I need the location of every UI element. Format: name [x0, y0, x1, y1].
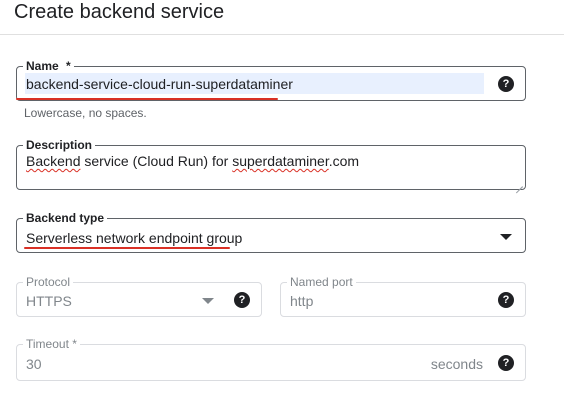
protocol-select: HTTPS	[26, 293, 72, 309]
protocol-label: Protocol	[23, 274, 74, 290]
named-port-label: Named port	[287, 274, 356, 290]
name-label: Name *	[23, 58, 74, 74]
description-text-middle: service (Cloud Run) for	[80, 153, 233, 169]
description-text-suffix: .com	[328, 153, 360, 169]
description-word-backend: Backend	[26, 153, 81, 169]
timeout-label: Timeout *	[23, 336, 80, 352]
named-port-input: http	[290, 293, 314, 309]
description-textarea[interactable]: Backend service (Cloud Run) for superdat…	[26, 152, 359, 170]
description-label: Description	[23, 137, 96, 153]
name-input[interactable]: backend-service-cloud-run-superdataminer	[26, 75, 293, 93]
help-circle-icon[interactable]: ?	[498, 292, 514, 308]
description-word-domain: superdataminer	[232, 153, 329, 169]
backend-type-label: Backend type	[23, 210, 108, 226]
name-hint: Lowercase, no spaces.	[24, 106, 147, 120]
backend-type-select[interactable]: Serverless network endpoint group	[26, 229, 242, 247]
arrow-drop-down-icon	[202, 298, 214, 304]
protocol-field: Protocol HTTPS ?	[16, 274, 262, 317]
arrow-drop-down-icon[interactable]	[500, 234, 512, 240]
resize-handle[interactable]	[516, 180, 523, 187]
backend-type-underline-annotation	[24, 247, 230, 249]
name-field[interactable]: Name * backend-service-cloud-run-superda…	[16, 58, 526, 101]
name-underline-annotation	[16, 98, 278, 100]
help-circle-icon[interactable]: ?	[498, 355, 514, 371]
timeout-field: Timeout * 30 seconds ?	[16, 336, 526, 381]
description-field[interactable]: Description Backend service (Cloud Run) …	[16, 137, 526, 190]
timeout-input: 30	[26, 356, 42, 372]
named-port-field: Named port http ?	[280, 274, 526, 317]
help-circle-icon[interactable]: ?	[498, 76, 514, 92]
name-label-text: Name	[26, 59, 59, 73]
help-circle-icon[interactable]: ?	[234, 292, 250, 308]
page-title: Create backend service	[14, 1, 225, 23]
timeout-unit: seconds	[430, 356, 483, 372]
required-mark: *	[66, 59, 71, 73]
title-divider	[0, 34, 564, 35]
